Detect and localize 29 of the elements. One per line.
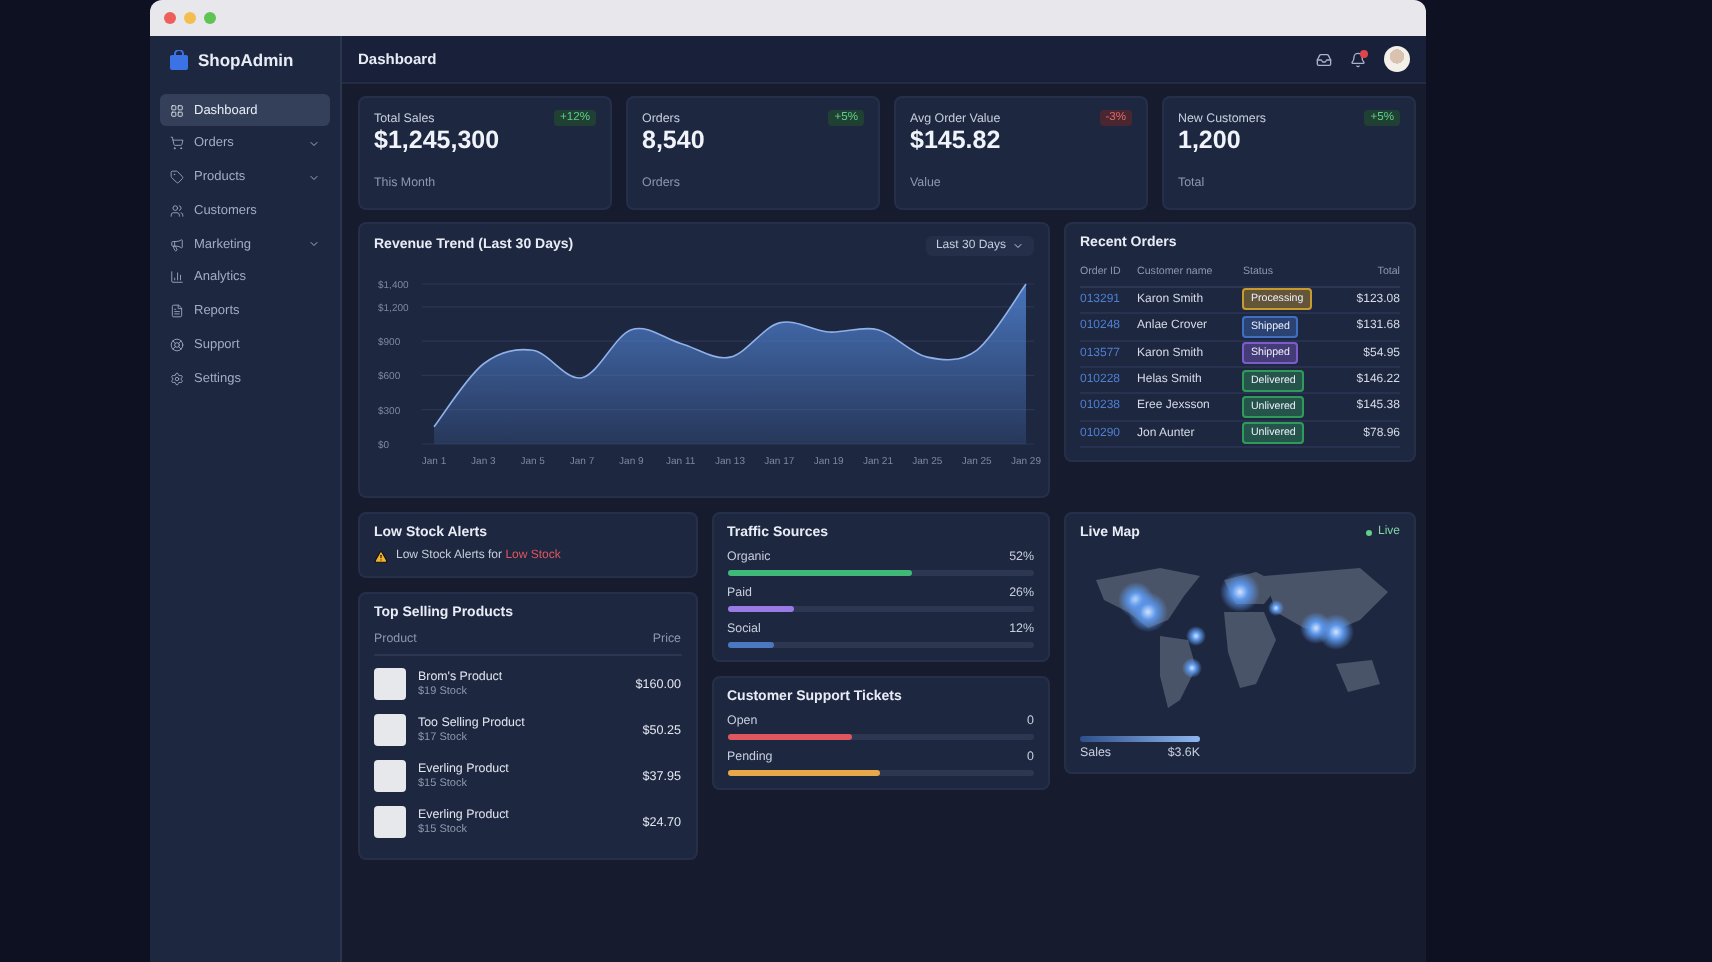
close-window-icon[interactable]	[164, 12, 176, 24]
nav-icon	[170, 371, 184, 386]
nav-icon	[170, 203, 184, 218]
nav-icon	[170, 237, 184, 252]
stat-value: 1,200	[1178, 128, 1243, 156]
stat-value: $1,245,300	[374, 128, 502, 156]
legend-gradient	[1080, 735, 1200, 742]
brand-name: ShopAdmin	[198, 50, 294, 70]
chevron-icon	[308, 137, 320, 150]
notifications-icon[interactable]	[1350, 51, 1366, 67]
nav-icon	[170, 103, 184, 117]
inbox-icon[interactable]	[1316, 51, 1332, 67]
user-avatar[interactable]	[1384, 46, 1410, 72]
warning-icon	[374, 549, 388, 564]
chevron-icon	[308, 238, 320, 251]
product-photo-placeholder	[374, 668, 406, 701]
product-photo-placeholder	[374, 806, 406, 839]
stat-value: $145.82	[910, 128, 1003, 156]
nav-icon	[170, 136, 184, 151]
product-photo-placeholder	[374, 760, 406, 793]
nav-icon	[170, 338, 184, 353]
shopping-bag-icon	[170, 50, 188, 70]
nav-icon	[170, 270, 184, 285]
chevron-icon	[308, 171, 320, 184]
stat-value: 8,540	[642, 128, 707, 156]
chevron-icon	[1012, 239, 1024, 252]
product-photo-placeholder	[374, 714, 406, 747]
nav-icon	[170, 304, 184, 319]
nav-icon	[170, 170, 184, 185]
